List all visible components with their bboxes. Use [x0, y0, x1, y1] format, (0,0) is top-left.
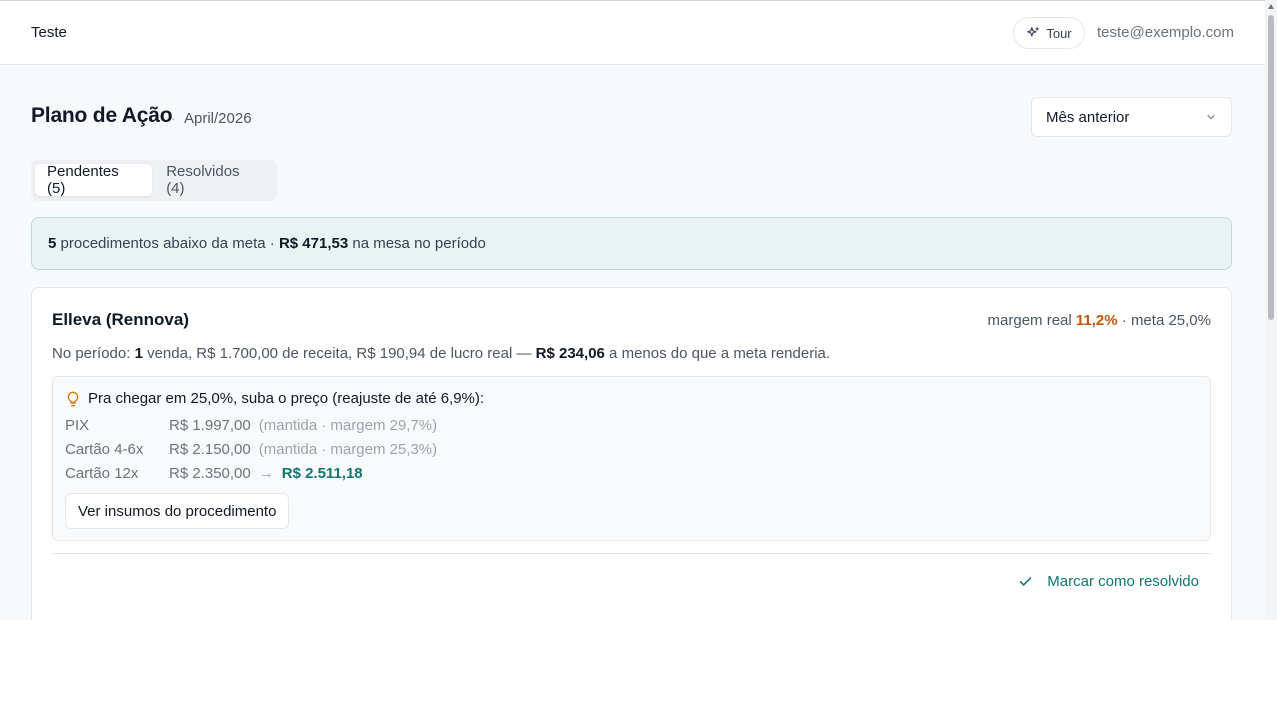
- procedure-card: Elleva (Rennova) margem real 11,2% · met…: [31, 287, 1232, 620]
- suggestion-title: Pra chegar em 25,0%, suba o preço (reaju…: [88, 390, 485, 407]
- procedure-title: Elleva (Rennova): [52, 310, 189, 329]
- scroll-thumb[interactable]: [1268, 15, 1274, 320]
- procedure-description: No período: 1 venda, R$ 1.700,00 de rece…: [52, 345, 830, 362]
- mark-resolved-button[interactable]: Marcar como resolvido: [1018, 573, 1199, 590]
- price-row-cartao-12x: Cartão 12x R$ 2.350,00 → R$ 2.511,18: [65, 465, 363, 482]
- card-divider: [52, 553, 1211, 554]
- title-separator: ·: [171, 111, 176, 126]
- price-label: Cartão 12x: [65, 465, 139, 482]
- mark-resolved-label: Marcar como resolvido: [1047, 573, 1199, 590]
- desc-amount: R$ 234,06: [535, 345, 605, 362]
- desc-sales: 1: [134, 345, 143, 362]
- page-title: Plano de Ação: [31, 104, 173, 127]
- summary-banner: 5 procedimentos abaixo da meta · R$ 471,…: [31, 217, 1232, 270]
- summary-text-1: procedimentos abaixo da meta ·: [56, 235, 279, 252]
- brand-name[interactable]: Teste: [31, 24, 67, 41]
- scroll-up-icon[interactable]: [1268, 4, 1274, 9]
- price-value: R$ 2.350,00: [169, 465, 251, 482]
- desc-prefix: No período:: [52, 345, 135, 362]
- sparkles-icon: [1027, 27, 1040, 37]
- price-label: PIX: [65, 417, 90, 434]
- price-row-cartao-4-6x: Cartão 4-6x R$ 2.150,00 (mantida · marge…: [65, 441, 437, 458]
- new-price-value: R$ 2.511,18: [281, 465, 363, 482]
- price-note: (mantida · margem 25,3%): [258, 441, 438, 458]
- desc-mid: venda, R$ 1.700,00 de receita, R$ 190,94…: [142, 345, 536, 362]
- desc-suffix: a menos do que a meta renderia.: [604, 345, 831, 362]
- arrow-right-icon: →: [258, 465, 274, 482]
- ver-insumos-button[interactable]: Ver insumos do procedimento: [65, 493, 290, 529]
- summary-count: 5: [48, 235, 57, 252]
- margin-real-value: 11,2%: [1075, 312, 1118, 329]
- price-value: R$ 2.150,00: [169, 441, 251, 458]
- price-suggestion-box: Pra chegar em 25,0%, suba o preço (reaju…: [52, 376, 1211, 541]
- check-icon: [1020, 577, 1032, 586]
- lightbulb-icon: [67, 391, 79, 406]
- price-note: (mantida · margem 29,7%): [258, 417, 438, 434]
- margin-suffix: · meta 25,0%: [1117, 312, 1211, 329]
- price-value: R$ 1.997,00: [169, 417, 251, 434]
- summary-text-2: na mesa no período: [348, 235, 486, 252]
- price-row-pix: PIX R$ 1.997,00 (mantida · margem 29,7%): [65, 417, 437, 434]
- user-email[interactable]: teste@exemplo.com: [1097, 24, 1234, 41]
- margin-info: margem real 11,2% · meta 25,0%: [988, 312, 1211, 329]
- period-select[interactable]: Mês anterior: [1031, 97, 1232, 137]
- price-label: Cartão 4-6x: [65, 441, 144, 458]
- summary-amount: R$ 471,53: [278, 235, 349, 252]
- tab-pendentes[interactable]: Pendentes (5): [35, 163, 153, 197]
- period-select-value: Mês anterior: [1046, 108, 1130, 126]
- tabs: Pendentes (5) Resolvidos (4): [31, 160, 277, 201]
- app-viewport: Teste Tour teste@exemplo.com Plano de Aç…: [0, 0, 1265, 620]
- margin-prefix: margem real: [987, 312, 1076, 329]
- vertical-scrollbar[interactable]: [1265, 0, 1277, 620]
- top-header: Teste Tour teste@exemplo.com: [0, 1, 1265, 65]
- suggestion-heading: Pra chegar em 25,0%, suba o preço (reaju…: [65, 390, 484, 407]
- period-label: April/2026: [184, 110, 252, 127]
- tab-resolvidos[interactable]: Resolvidos (4): [154, 163, 273, 197]
- chevron-down-icon: [1207, 114, 1215, 120]
- tour-button[interactable]: Tour: [1013, 17, 1085, 49]
- tour-label: Tour: [1046, 25, 1072, 41]
